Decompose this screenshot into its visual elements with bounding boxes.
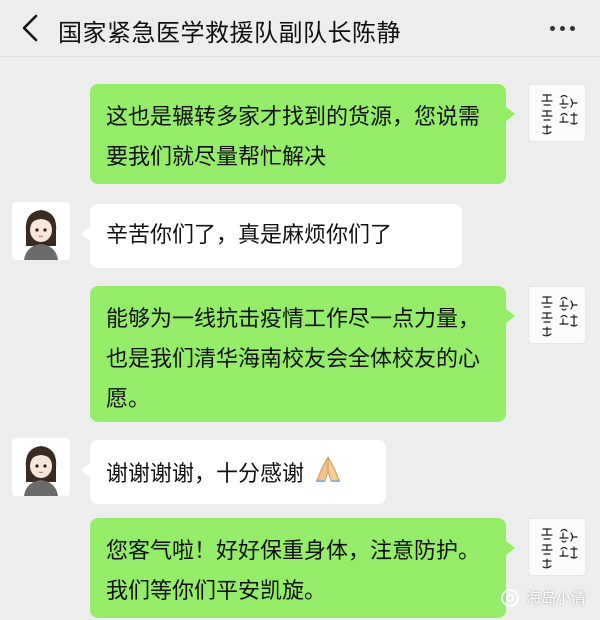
contact-avatar[interactable]	[12, 202, 70, 260]
message-bubble-outgoing[interactable]: 您客气啦！好好保重身体，注意防护。我们等你们平安凯旋。	[90, 518, 515, 618]
message-bubble-incoming[interactable]: 辛苦你们了，真是麻烦你们了	[81, 204, 462, 268]
folded-hands-icon	[313, 454, 343, 496]
chat-title: 国家紧急医学救援队副队长陈静	[58, 19, 401, 47]
message-bubble-outgoing[interactable]: 能够为一线抗击疫情工作尽一点力量，也是我们清华海南校友会全体校友的心愿。	[90, 286, 515, 422]
calligraphy-avatar-icon	[541, 528, 578, 569]
chevron-left-icon	[22, 14, 38, 42]
message-text: 辛苦你们了，真是麻烦你们了	[106, 223, 393, 248]
contact-avatar[interactable]	[12, 438, 70, 496]
message-text: 这也是辗转多家才找到的货源，您说需要我们就尽量帮忙解决	[106, 105, 481, 170]
self-avatar[interactable]	[528, 84, 586, 142]
more-options-button[interactable]	[542, 12, 582, 44]
message-bubble-incoming[interactable]: 谢谢谢谢，十分感谢	[81, 440, 386, 504]
watermark-text: 海岛小清	[525, 589, 586, 607]
message-bubble-outgoing[interactable]: 这也是辗转多家才找到的货源，您说需要我们就尽量帮忙解决	[90, 84, 515, 184]
cartoon-girl-avatar-icon	[12, 438, 70, 496]
cartoon-girl-avatar-icon	[12, 202, 70, 260]
message-text: 您客气啦！好好保重身体，注意防护。我们等你们平安凯旋。	[106, 539, 481, 604]
message-text: 谢谢谢谢，十分感谢	[106, 462, 305, 487]
self-avatar[interactable]	[528, 518, 586, 576]
back-button[interactable]	[14, 10, 46, 46]
chat-header: 国家紧急医学救援队副队长陈静	[0, 0, 600, 57]
self-avatar[interactable]	[528, 286, 586, 344]
wechat-official-account-icon	[501, 588, 519, 607]
more-dot-icon	[569, 25, 575, 31]
message-text: 能够为一线抗击疫情工作尽一点力量，也是我们清华海南校友会全体校友的心愿。	[106, 307, 481, 412]
more-dot-icon	[559, 25, 565, 31]
more-dot-icon	[549, 25, 555, 31]
calligraphy-avatar-icon	[541, 296, 578, 337]
calligraphy-avatar-icon	[541, 94, 578, 135]
watermark: 海岛小清	[500, 587, 586, 608]
